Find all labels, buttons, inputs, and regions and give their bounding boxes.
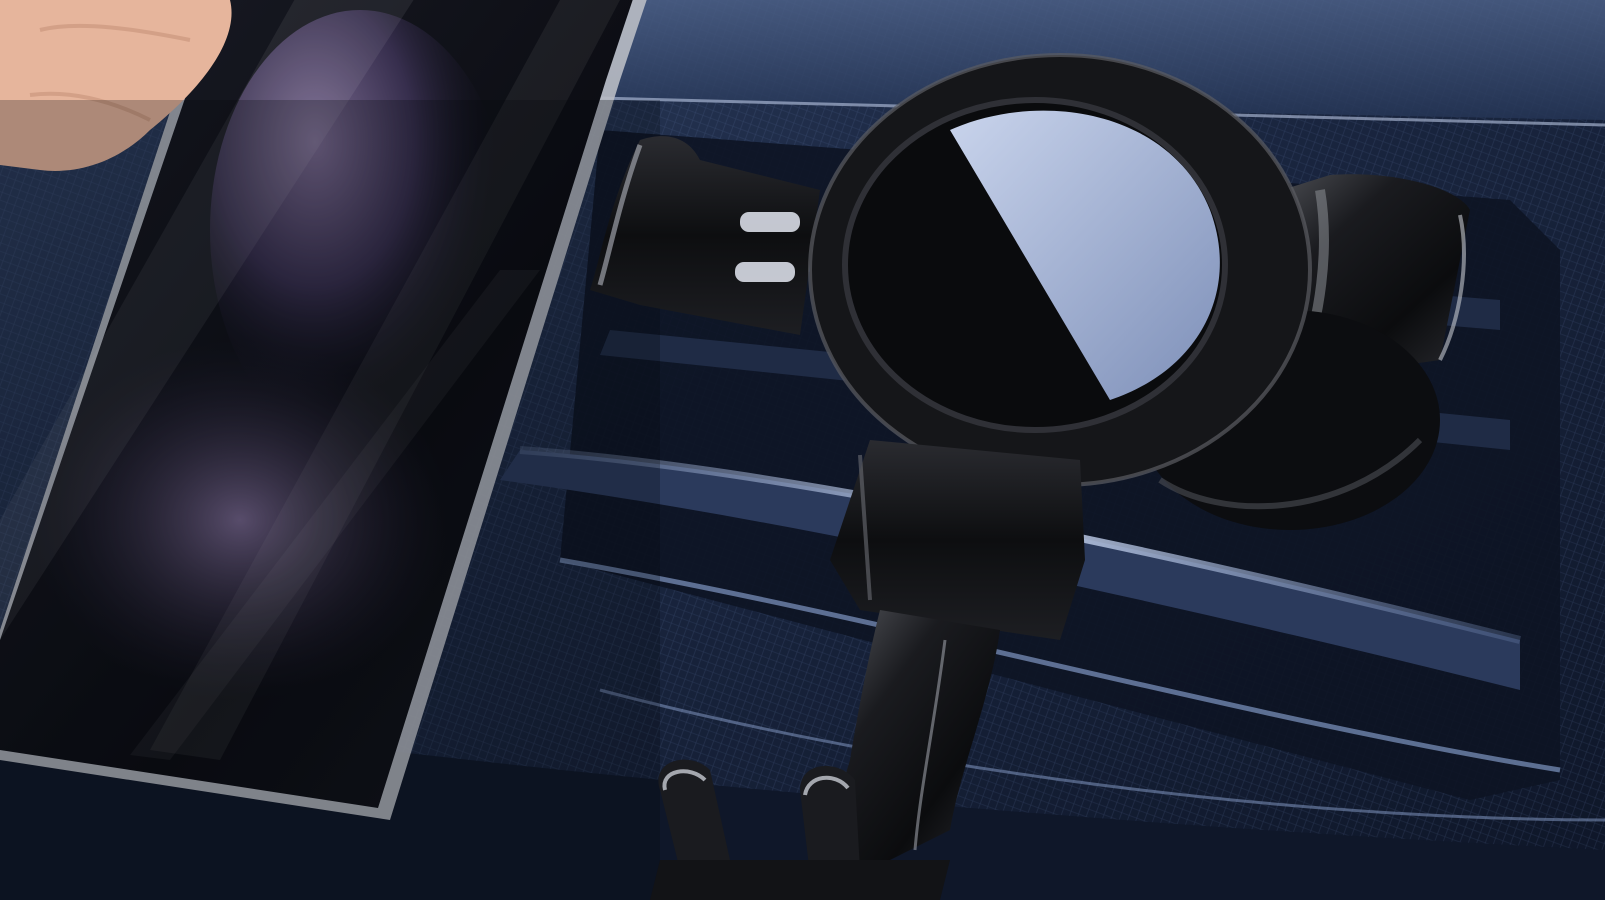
product-photo	[0, 0, 1605, 900]
holder-hook-right	[800, 766, 860, 875]
image-tint-band	[0, 100, 660, 900]
holder-slot-top	[740, 212, 800, 232]
holder-neck	[830, 440, 1085, 640]
product-illustration	[0, 0, 1605, 900]
holder-slot-bottom	[735, 262, 795, 282]
